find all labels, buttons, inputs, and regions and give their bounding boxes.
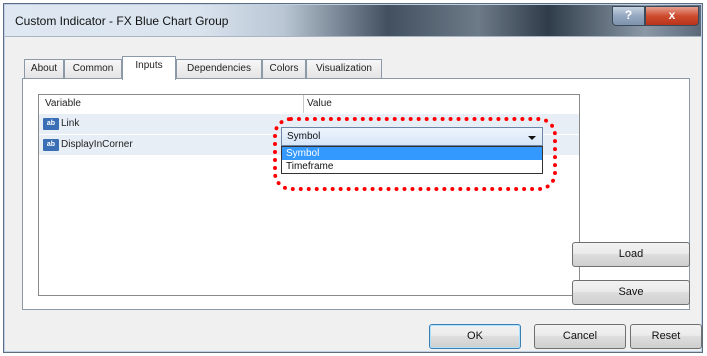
ok-button[interactable]: OK	[429, 324, 521, 349]
inputs-grid: Variable Value ab Link ab DisplayInCorne…	[38, 94, 580, 296]
help-button[interactable]: ?	[612, 6, 645, 26]
string-type-icon: ab	[43, 139, 59, 151]
inputs-tab-panel: Variable Value ab Link ab DisplayInCorne…	[22, 78, 690, 310]
dropdown-option-timeframe[interactable]: Timeframe	[282, 160, 542, 173]
close-button[interactable]: x	[645, 6, 699, 26]
window-title: Custom Indicator - FX Blue Chart Group	[15, 14, 229, 28]
tab-common[interactable]: Common	[64, 59, 122, 79]
cancel-button[interactable]: Cancel	[534, 324, 626, 349]
tab-dependencies[interactable]: Dependencies	[176, 59, 262, 79]
variable-name: Link	[61, 118, 80, 129]
dropdown-selected-value: Symbol	[287, 131, 321, 142]
string-type-icon: ab	[43, 118, 59, 130]
column-header-value[interactable]: Value	[307, 98, 332, 109]
tab-visualization[interactable]: Visualization	[306, 59, 382, 79]
title-bar[interactable]: Custom Indicator - FX Blue Chart Group ?…	[5, 5, 701, 37]
dropdown-list: Symbol Timeframe	[281, 146, 543, 174]
tab-about[interactable]: About	[24, 59, 64, 79]
variable-cell: ab DisplayInCorner	[39, 135, 303, 155]
reset-button[interactable]: Reset	[630, 324, 702, 349]
variable-name: DisplayInCorner	[61, 139, 133, 150]
dropdown-option-symbol[interactable]: Symbol	[282, 147, 542, 160]
tab-inputs[interactable]: Inputs	[122, 56, 176, 80]
value-dropdown[interactable]: Symbol	[281, 127, 543, 146]
column-divider[interactable]	[303, 95, 304, 113]
dialog-window: Custom Indicator - FX Blue Chart Group ?…	[3, 3, 703, 353]
tab-colors[interactable]: Colors	[262, 59, 306, 79]
grid-header: Variable Value	[39, 95, 579, 113]
save-button[interactable]: Save	[572, 280, 690, 305]
load-button[interactable]: Load	[572, 242, 690, 267]
variable-cell: ab Link	[39, 114, 303, 134]
column-header-variable[interactable]: Variable	[45, 98, 81, 109]
chevron-down-icon[interactable]	[528, 136, 536, 140]
